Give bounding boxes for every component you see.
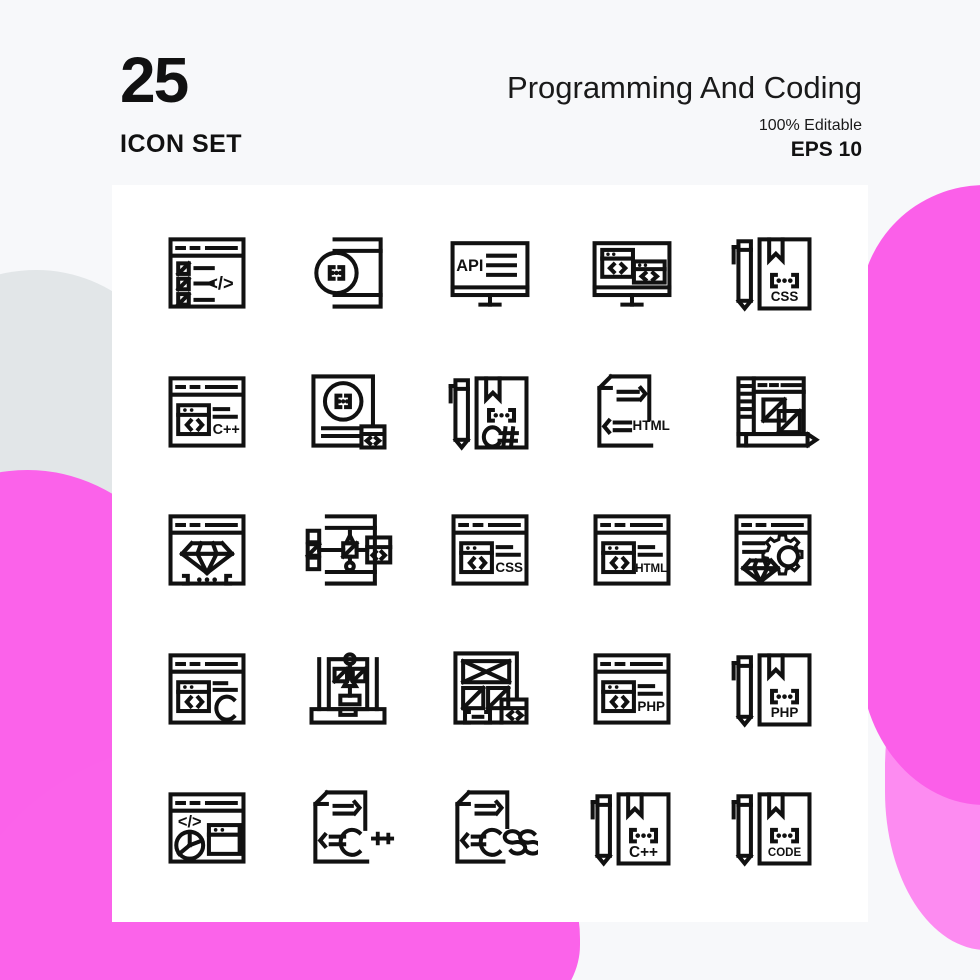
web-coding-list-window-icon: </>: [168, 237, 246, 309]
icon-grid-card: </> API CSS C++ HTML CSS HTML PHP PHP </…: [112, 185, 868, 922]
icon-set-label: ICON SET: [120, 130, 243, 158]
document-code-circle-icon: [311, 374, 387, 450]
icon-cell-cpp-document-pencil[interactable]: C++: [561, 757, 703, 896]
csharp-document-pencil-icon: [448, 376, 529, 451]
wireframe-layout-code-icon: [453, 651, 529, 725]
icon-cell-monitor-code-windows[interactable]: [561, 203, 703, 342]
icon-cell-csharp-document-pencil[interactable]: [419, 342, 561, 481]
icon-label: C++: [629, 843, 658, 860]
code-document-pencil-icon: CODE: [731, 792, 812, 867]
icon-cell-css-browser-window[interactable]: CSS: [419, 480, 561, 619]
ruby-diamond-browser-icon: [168, 514, 246, 587]
icon-cell-web-coding-list-window[interactable]: </>: [136, 203, 278, 342]
icon-cell-wireframe-layout-code[interactable]: [419, 619, 561, 758]
icon-count: 25: [120, 44, 189, 116]
icon-label: CODE: [768, 846, 802, 858]
page-title: Programming And Coding: [507, 70, 862, 105]
icon-cell-html-browser-window[interactable]: HTML: [561, 480, 703, 619]
icon-cell-cpp-browser-window[interactable]: C++: [136, 342, 278, 481]
icon-label: HTML: [632, 418, 669, 433]
icon-cell-php-browser-window[interactable]: PHP: [561, 619, 703, 758]
css-browser-window-icon: CSS: [451, 514, 529, 587]
icon-label: CSS: [771, 289, 799, 304]
icon-cell-document-code-circle[interactable]: [278, 342, 420, 481]
icon-label: </>: [178, 813, 202, 831]
icon-cell-diamond-gear-browser[interactable]: [702, 480, 844, 619]
icon-cell-workstation-flow-diagram[interactable]: [278, 619, 420, 758]
icon-label: HTML: [635, 564, 667, 576]
icon-cell-design-editor-pencil[interactable]: [702, 342, 844, 481]
icon-cell-analytics-code-browser[interactable]: </>: [136, 757, 278, 896]
mobile-wireframe-flow-icon: [305, 514, 393, 587]
icon-cell-mobile-code-braces[interactable]: [278, 203, 420, 342]
icon-cell-css-document-pencil[interactable]: CSS: [702, 203, 844, 342]
icon-cell-css-file[interactable]: [419, 757, 561, 896]
workstation-flow-diagram-icon: [309, 652, 387, 725]
icon-cell-code-document-pencil[interactable]: CODE: [702, 757, 844, 896]
css-document-pencil-icon: CSS: [731, 237, 812, 312]
cpp-file-icon: [313, 789, 395, 864]
icon-cell-ruby-diamond-browser[interactable]: [136, 480, 278, 619]
icon-cell-html-file[interactable]: HTML: [561, 342, 703, 481]
cpp-document-pencil-icon: C++: [590, 792, 671, 867]
c-browser-window-icon: [168, 653, 246, 725]
poster-stage: 25 ICON SET Programming And Coding 100% …: [0, 0, 980, 980]
icon-label: PHP: [771, 705, 799, 720]
php-document-pencil-icon: PHP: [731, 653, 812, 728]
background-blob-pink-right: [860, 185, 980, 805]
icon-label: API: [456, 257, 483, 275]
icon-label: CSS: [495, 561, 523, 576]
icon-cell-api-monitor[interactable]: API: [419, 203, 561, 342]
background-blob-pink-right-2: [885, 620, 980, 950]
eps-version: EPS 10: [790, 138, 862, 161]
poster-header: 25 ICON SET Programming And Coding 100% …: [112, 0, 868, 185]
icon-cell-c-browser-window[interactable]: [136, 619, 278, 758]
monitor-code-windows-icon: [592, 241, 672, 307]
html-browser-window-icon: HTML: [593, 514, 671, 587]
php-browser-window-icon: PHP: [593, 653, 671, 725]
html-file-icon: HTML: [596, 373, 669, 448]
icon-label: PHP: [637, 699, 665, 714]
diamond-gear-browser-icon: [734, 514, 812, 587]
cpp-browser-window-icon: C++: [168, 376, 246, 448]
api-monitor-icon: API: [450, 241, 530, 307]
editable-note: 100% Editable: [758, 117, 862, 134]
icon-cell-php-document-pencil[interactable]: PHP: [702, 619, 844, 758]
icon-cell-cpp-file[interactable]: [278, 757, 420, 896]
analytics-code-browser-icon: </>: [168, 792, 246, 864]
icon-cell-mobile-wireframe-flow[interactable]: [278, 480, 420, 619]
design-editor-pencil-icon: [736, 376, 821, 449]
icon-label: </>: [207, 273, 233, 294]
icon-label: C++: [212, 422, 239, 438]
mobile-code-braces-icon: [314, 237, 384, 309]
icon-grid: </> API CSS C++ HTML CSS HTML PHP PHP </…: [112, 185, 868, 922]
css-file-icon: [455, 789, 538, 864]
